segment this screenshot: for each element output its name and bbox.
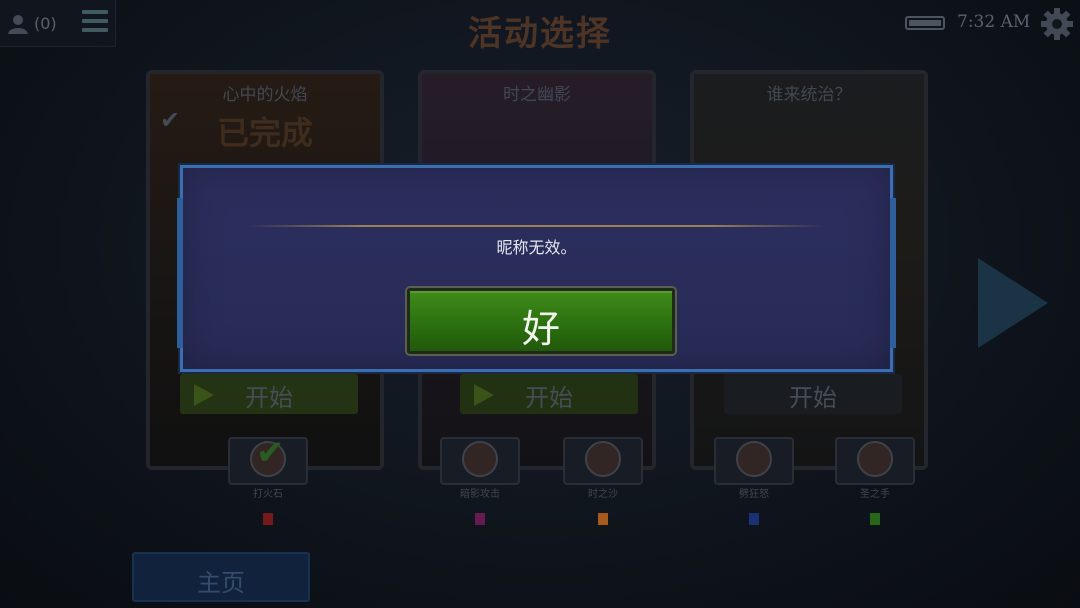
error-dialog: 昵称无效。 好 xyxy=(177,165,896,372)
dialog-frame-left xyxy=(177,198,183,348)
dialog-frame-right xyxy=(890,198,896,348)
ok-button-label: 好 xyxy=(521,307,560,351)
dialog-divider xyxy=(248,225,825,227)
dialog-message: 昵称无效。 xyxy=(496,238,577,257)
ok-button[interactable]: 好 xyxy=(407,288,675,354)
